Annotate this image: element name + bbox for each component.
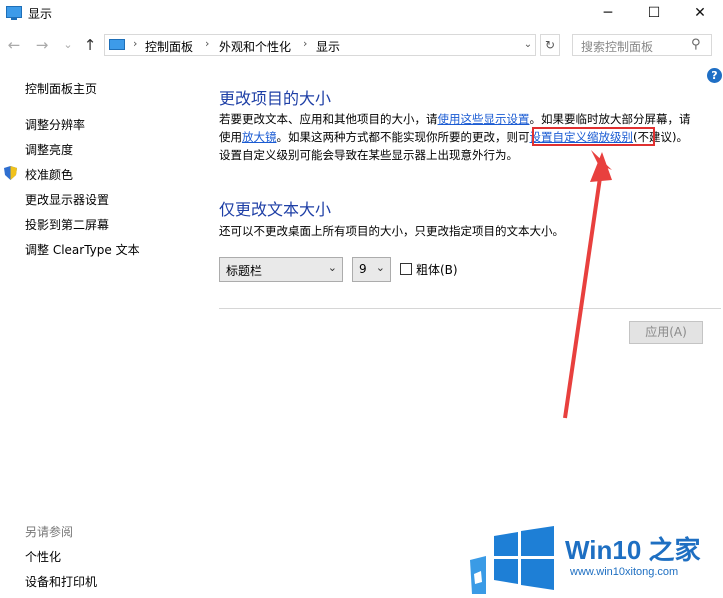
text: 使用: [219, 130, 242, 144]
title-bar: 显示 ─ ☐ ✕: [0, 0, 723, 28]
breadcrumb-separator: ›: [205, 37, 210, 50]
watermark-url: www.win10xitong.com: [570, 566, 679, 578]
sidebar-item-cleartype[interactable]: 调整 ClearType 文本: [25, 241, 140, 258]
paragraph-line-3: 设置自定义级别可能会导致在某些显示器上出现意外行为。: [219, 148, 518, 162]
sidebar-item-brightness[interactable]: 调整亮度: [25, 141, 73, 158]
sidebar-item-resolution[interactable]: 调整分辨率: [25, 116, 85, 133]
refresh-icon[interactable]: ↻: [540, 34, 560, 56]
up-arrow-icon[interactable]: ↑: [80, 34, 100, 56]
close-button[interactable]: ✕: [677, 0, 723, 28]
shield-icon: [4, 166, 17, 180]
help-icon[interactable]: ?: [707, 68, 722, 83]
chevron-down-icon: ⌄: [327, 261, 337, 274]
maximize-button[interactable]: ☐: [631, 0, 677, 28]
text-size-description: 还可以不更改桌面上所有项目的大小，只更改指定项目的文本大小。: [219, 224, 564, 238]
sidebar-item-devices[interactable]: 设备和打印机: [25, 573, 97, 590]
breadcrumb-appearance[interactable]: 外观和个性化: [219, 38, 291, 55]
text: 若要更改文本、应用和其他项目的大小，请: [219, 112, 438, 126]
divider: [219, 308, 721, 309]
window-title: 显示: [28, 7, 53, 21]
text: 。如果要临时放大部分屏幕，请: [529, 112, 691, 126]
back-arrow-icon[interactable]: ←: [4, 34, 24, 56]
item-select[interactable]: 标题栏 ⌄: [219, 257, 343, 282]
sidebar-item-calibrate[interactable]: 校准颜色: [25, 166, 73, 183]
address-dropdown-icon[interactable]: ⌄: [520, 34, 536, 56]
display-icon: [6, 6, 22, 20]
item-select-value: 标题栏: [226, 264, 263, 278]
highlight-box: [532, 127, 655, 146]
search-input[interactable]: 搜索控制面板: [581, 38, 653, 55]
annotation-arrow: [563, 150, 612, 419]
breadcrumb-separator: ›: [303, 37, 308, 50]
minimize-button[interactable]: ─: [585, 0, 631, 28]
paragraph-line-1: 若要更改文本、应用和其他项目的大小，请使用这些显示设置。如果要临时放大部分屏幕，…: [219, 110, 691, 128]
section-title-size: 更改项目的大小: [219, 89, 332, 108]
bold-checkbox[interactable]: [400, 263, 412, 275]
bold-label: 粗体(B): [416, 263, 458, 277]
breadcrumb-display[interactable]: 显示: [316, 38, 340, 55]
section-title-text-size: 仅更改文本大小: [219, 200, 332, 219]
forward-arrow-icon[interactable]: →: [32, 34, 52, 56]
search-box[interactable]: 搜索控制面板 ⚲: [572, 34, 712, 56]
magnifier-link[interactable]: 放大镜: [242, 130, 277, 144]
sidebar-item-personalize[interactable]: 个性化: [25, 548, 61, 565]
sidebar-item-monitor-settings[interactable]: 更改显示器设置: [25, 191, 109, 208]
text: 。如果这两种方式都不能实现你所要的更改，则可: [276, 130, 530, 144]
sidebar-item-project[interactable]: 投影到第二屏幕: [25, 216, 109, 233]
font-size-select[interactable]: 9 ⌄: [352, 257, 391, 282]
sidebar-home-link[interactable]: 控制面板主页: [25, 80, 97, 97]
control-panel-icon: [109, 39, 125, 50]
chevron-down-icon: ⌄: [375, 261, 385, 274]
address-bar[interactable]: › 控制面板 › 外观和个性化 › 显示: [104, 34, 536, 56]
search-icon[interactable]: ⚲: [691, 37, 701, 52]
watermark-brand: Win10 之家: [565, 535, 701, 565]
apply-button[interactable]: 应用(A): [629, 321, 703, 344]
display-settings-link[interactable]: 使用这些显示设置: [438, 112, 530, 126]
breadcrumb-control-panel[interactable]: 控制面板: [145, 38, 193, 55]
recent-locations-icon[interactable]: ⌄: [58, 34, 78, 56]
breadcrumb-separator: ›: [133, 37, 138, 50]
font-size-value: 9: [359, 262, 367, 276]
see-also-heading: 另请参阅: [25, 525, 74, 539]
